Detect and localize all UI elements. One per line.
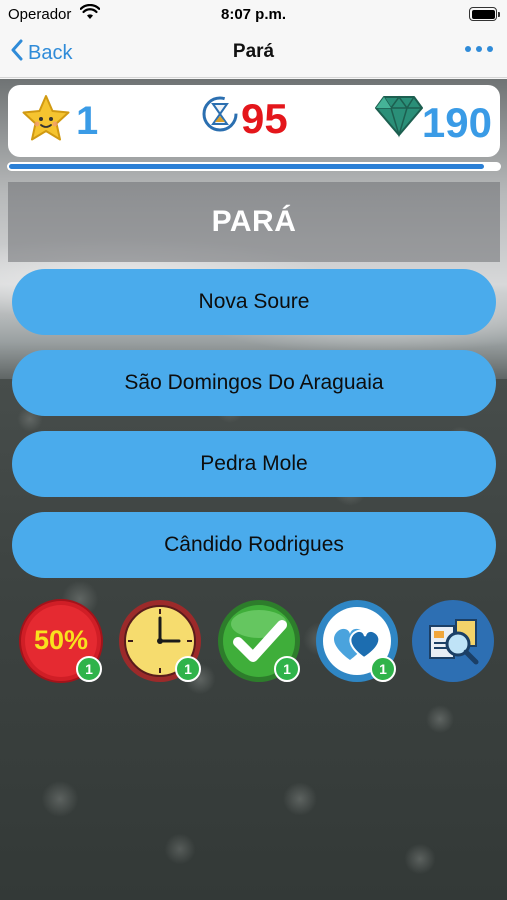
answer-option-4[interactable]: Cândido Rodrigues (12, 512, 496, 578)
checkmark-powerup-button[interactable]: 1 (216, 598, 302, 684)
gem-icon (374, 94, 424, 143)
stars-count: 1 (76, 99, 99, 143)
fifty-fifty-powerup-button[interactable]: 50% 1 (18, 598, 104, 684)
answer-option-1[interactable]: Nova Soure (12, 269, 496, 335)
clock-count-badge: 1 (175, 656, 201, 682)
clock-powerup-button[interactable]: 1 (117, 598, 203, 684)
gems-count: 190 (421, 99, 492, 146)
status-time: 8:07 p.m. (220, 6, 287, 23)
answer-option-2[interactable]: São Domingos Do Araguaia (12, 350, 496, 416)
answer-option-3[interactable]: Pedra Mole (12, 431, 496, 497)
checkmark-count-badge: 1 (274, 656, 300, 682)
timer-value: 95 (241, 95, 288, 142)
page-title: Pará (232, 41, 275, 62)
hearts-powerup-button[interactable]: 1 (314, 598, 400, 684)
navigation-bar: Back Pará (0, 28, 507, 78)
question-banner: PARÁ (8, 182, 500, 262)
star-icon (20, 93, 72, 150)
search-hint-powerup-button[interactable] (410, 598, 496, 684)
fifty-fifty-count-badge: 1 (76, 656, 102, 682)
more-options-icon[interactable] (465, 46, 493, 52)
question-text: PARÁ (211, 205, 297, 238)
progress-fill (9, 164, 485, 169)
hourglass-timer-icon (201, 95, 239, 138)
fifty-fifty-label: 50% (33, 625, 89, 655)
progress-bar (7, 162, 501, 171)
hearts-count-badge: 1 (370, 656, 396, 682)
score-panel: 1 95 190 (8, 85, 500, 157)
battery-icon (469, 7, 500, 21)
magnifier-document-icon (412, 600, 494, 682)
status-bar: Operador 8:07 p.m. (0, 0, 507, 28)
